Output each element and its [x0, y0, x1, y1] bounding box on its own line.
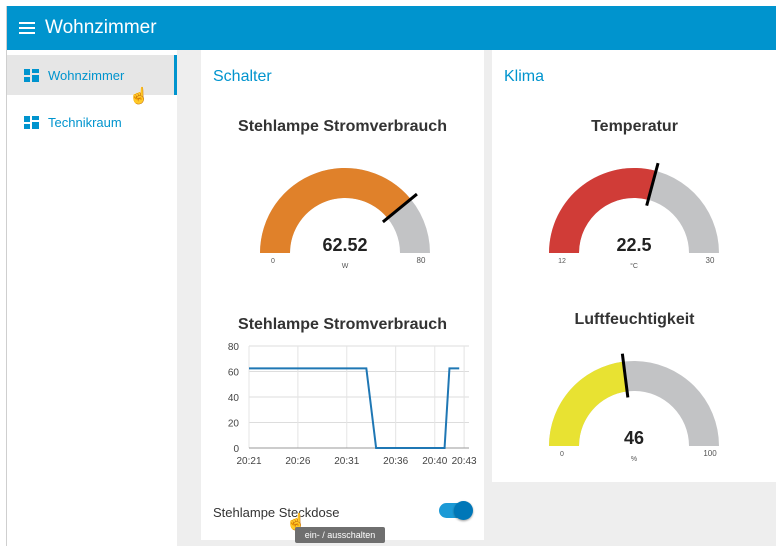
- socket-toggle-switch[interactable]: [439, 501, 473, 520]
- chart-y-tick-label: 80: [228, 342, 240, 353]
- gauge-max-label: 30: [706, 256, 715, 265]
- gauge-unit: %: [631, 456, 637, 463]
- hamburger-menu-icon[interactable]: [19, 22, 35, 34]
- gauge-min-label: 0: [271, 258, 275, 265]
- gauge-value: 46: [624, 428, 644, 448]
- temperature-gauge: 22.5 °C 12 30: [549, 162, 719, 270]
- chart-y-tick-label: 60: [228, 368, 240, 379]
- chart-series-line: [249, 367, 460, 449]
- hand-cursor-icon: ☝: [129, 88, 149, 105]
- switch-label: Stehlampe Steckdose: [213, 504, 340, 520]
- gauge-value: 62.52: [322, 235, 367, 255]
- sidebar: Wohnzimmer Technikraum ☝: [7, 50, 177, 546]
- group-card-klima: Klima Temperatur 22.5 °C 12 30 Luftfeuch…: [492, 50, 776, 482]
- sidebar-item-label: Wohnzimmer: [48, 67, 125, 83]
- humidity-gauge: 46 % 0 100: [549, 353, 719, 463]
- chart-x-tick-label: 20:40: [422, 456, 447, 467]
- toggle-knob[interactable]: [454, 501, 473, 520]
- gauge-min-label: 12: [558, 258, 566, 265]
- gauge-fill: [549, 361, 628, 446]
- chart-x-tick-label: 20:43: [452, 456, 477, 467]
- gauge-title: Luftfeuchtigkeit: [574, 311, 695, 328]
- gauge-unit: °C: [630, 262, 638, 270]
- chart-x-tick-label: 20:21: [236, 456, 261, 467]
- top-bar: Wohnzimmer: [7, 6, 776, 50]
- group-card-schalter: Schalter Stehlampe Stromverbrauch 62.52 …: [201, 50, 484, 540]
- power-gauge: 62.52 W 0 80: [260, 168, 430, 270]
- gauge-max-label: 80: [417, 256, 426, 265]
- chart-y-tick-label: 40: [228, 393, 240, 404]
- gauge-max-label: 100: [703, 449, 717, 458]
- gauge-title: Stehlampe Stromverbrauch: [238, 118, 447, 135]
- chart-title: Stehlampe Stromverbrauch: [238, 316, 447, 333]
- dashboard-tab-icon: [24, 68, 39, 82]
- switch-row: Stehlampe Steckdose: [213, 500, 473, 524]
- group-title: Schalter: [213, 68, 272, 85]
- gauge-value: 22.5: [616, 235, 651, 255]
- gauge-min-label: 0: [560, 451, 564, 458]
- gauge-unit: W: [342, 263, 349, 270]
- chart-y-tick-label: 20: [228, 419, 240, 430]
- page-title: Wohnzimmer: [45, 17, 157, 38]
- gauge-title: Temperatur: [591, 118, 678, 135]
- chart-x-tick-label: 20:31: [334, 456, 359, 467]
- dashboard-tab-icon: [24, 115, 39, 129]
- power-line-chart: 0 20 40 60 80 20:21 20:26 20:31 20:36 20:40 20:43: [228, 342, 477, 467]
- sidebar-item-label: Technikraum: [48, 114, 122, 130]
- chart-y-tick-label: 0: [233, 444, 239, 455]
- chart-x-tick-label: 20:26: [285, 456, 310, 467]
- sidebar-item-technikraum[interactable]: Technikraum: [7, 102, 177, 142]
- sidebar-item-wohnzimmer[interactable]: Wohnzimmer: [7, 55, 177, 95]
- dashboard-frame: Wohnzimmer Wohnzimmer Technikraum ☝ Scha…: [6, 6, 776, 546]
- group-title: Klima: [504, 68, 545, 85]
- chart-x-tick-label: 20:36: [383, 456, 408, 467]
- switch-tooltip: ein- / ausschalten: [295, 527, 385, 543]
